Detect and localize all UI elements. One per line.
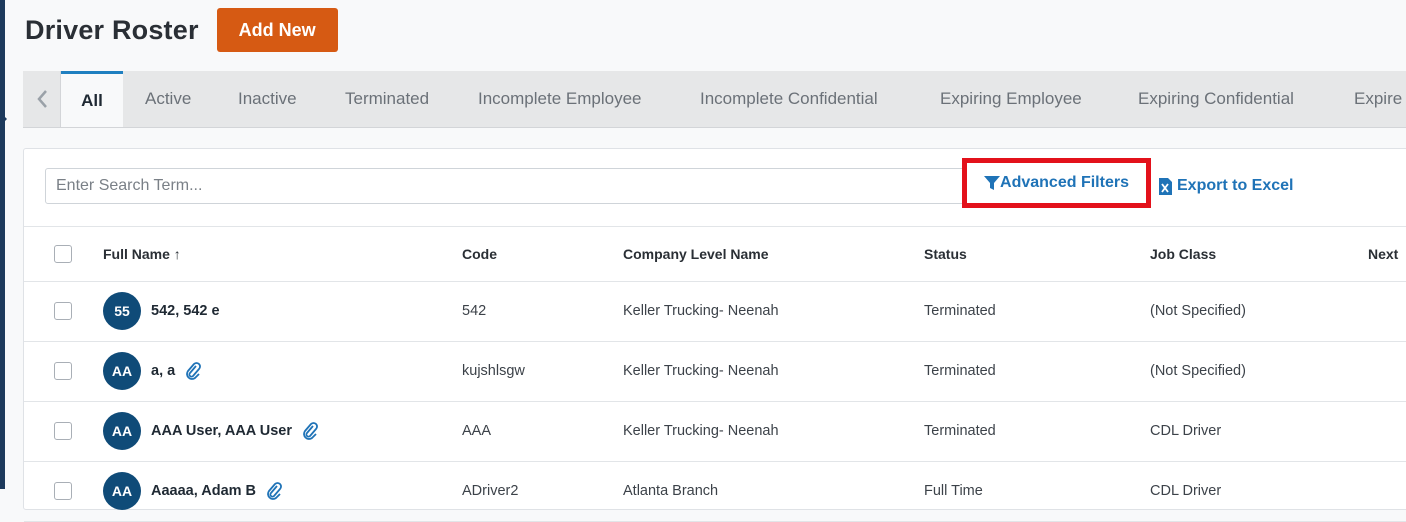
paperclip-icon[interactable] <box>302 422 318 440</box>
tab-incomplete-employee[interactable]: Incomplete Employee <box>478 71 641 127</box>
row-code: AAA <box>462 423 492 439</box>
excel-file-icon <box>1159 177 1172 195</box>
row-job-class: (Not Specified) <box>1150 303 1246 319</box>
filter-icon <box>984 176 1001 190</box>
export-excel-button[interactable]: Export to Excel <box>1159 177 1293 195</box>
left-edge-bar <box>0 0 5 489</box>
status-tabs: All Active Inactive Terminated Incomplet… <box>23 71 1406 128</box>
col-code[interactable]: Code <box>462 227 497 281</box>
row-job-class: CDL Driver <box>1150 423 1222 439</box>
col-job-class[interactable]: Job Class <box>1150 227 1216 281</box>
row-code: ADriver2 <box>462 483 519 499</box>
row-status: Terminated <box>924 363 996 379</box>
row-job-class: CDL Driver <box>1150 483 1222 499</box>
row-full-name[interactable]: a, a <box>151 341 202 401</box>
row-name-text: 542, 542 e <box>151 303 220 319</box>
tab-incomplete-confidential[interactable]: Incomplete Confidential <box>700 71 878 127</box>
table-row[interactable]: AA Aaaaa, Adam B ADriver2 Atlanta Branch… <box>24 461 1406 522</box>
export-label: Export to Excel <box>1177 177 1294 194</box>
row-job-class: (Not Specified) <box>1150 363 1246 379</box>
row-code: 542 <box>462 303 487 319</box>
tab-active[interactable]: Active <box>145 71 191 127</box>
table-header: Full Name ↑ Code Company Level Name Stat… <box>24 226 1406 282</box>
row-company: Keller Trucking- Neenah <box>623 363 779 379</box>
search-input[interactable] <box>45 168 965 204</box>
row-name-text: AAA User, AAA User <box>151 423 293 439</box>
col-full-name[interactable]: Full Name ↑ <box>103 227 181 281</box>
row-full-name[interactable]: 542, 542 e <box>151 281 220 341</box>
paperclip-icon[interactable] <box>266 482 282 500</box>
row-full-name[interactable]: AAA User, AAA User <box>151 401 318 461</box>
tab-inactive[interactable]: Inactive <box>238 71 297 127</box>
row-status: Full Time <box>924 483 983 499</box>
col-status[interactable]: Status <box>924 227 967 281</box>
col-next[interactable]: Next <box>1368 227 1398 281</box>
row-name-text: a, a <box>151 363 176 379</box>
avatar: AA <box>103 352 141 390</box>
tab-expire[interactable]: Expire <box>1354 71 1402 127</box>
table-row[interactable]: AA AAA User, AAA User AAA Keller Truckin… <box>24 401 1406 462</box>
roster-card: Advanced Filters Export to Excel Full Na… <box>23 148 1406 522</box>
advanced-filters-label: Advanced Filters <box>1000 174 1129 191</box>
row-full-name[interactable]: Aaaaa, Adam B <box>151 461 282 521</box>
tab-terminated[interactable]: Terminated <box>345 71 429 127</box>
row-company: Keller Trucking- Neenah <box>623 303 779 319</box>
left-edge-notch <box>0 112 7 126</box>
row-checkbox[interactable] <box>54 362 72 380</box>
row-status: Terminated <box>924 423 996 439</box>
table-row[interactable]: 55 542, 542 e 542 Keller Trucking- Neena… <box>24 281 1406 342</box>
row-company: Keller Trucking- Neenah <box>623 423 779 439</box>
paperclip-icon[interactable] <box>185 362 202 380</box>
tab-expiring-employee[interactable]: Expiring Employee <box>940 71 1082 127</box>
row-company: Atlanta Branch <box>623 483 719 499</box>
select-all-checkbox[interactable] <box>54 245 72 263</box>
row-name-text: Aaaaa, Adam B <box>151 483 257 499</box>
avatar: AA <box>103 412 141 450</box>
tabs-prev-button[interactable] <box>23 71 61 127</box>
avatar: AA <box>103 472 141 510</box>
row-checkbox[interactable] <box>54 422 72 440</box>
page-title: Driver Roster <box>25 14 199 45</box>
row-status: Terminated <box>924 303 996 319</box>
col-company-level-name[interactable]: Company Level Name <box>623 227 769 281</box>
tab-all[interactable]: All <box>61 71 123 127</box>
row-checkbox[interactable] <box>54 482 72 500</box>
page-header: Driver Roster Add New <box>25 8 338 52</box>
avatar: 55 <box>103 292 141 330</box>
add-new-button[interactable]: Add New <box>216 8 338 52</box>
row-checkbox[interactable] <box>54 302 72 320</box>
tab-expiring-confidential[interactable]: Expiring Confidential <box>1138 71 1294 127</box>
chevron-left-icon <box>36 90 47 108</box>
table-row[interactable]: AA a, a kujshlsgw Keller Trucking- Neena… <box>24 341 1406 402</box>
row-code: kujshlsgw <box>462 363 525 379</box>
advanced-filters-button[interactable]: Advanced Filters <box>962 158 1151 208</box>
